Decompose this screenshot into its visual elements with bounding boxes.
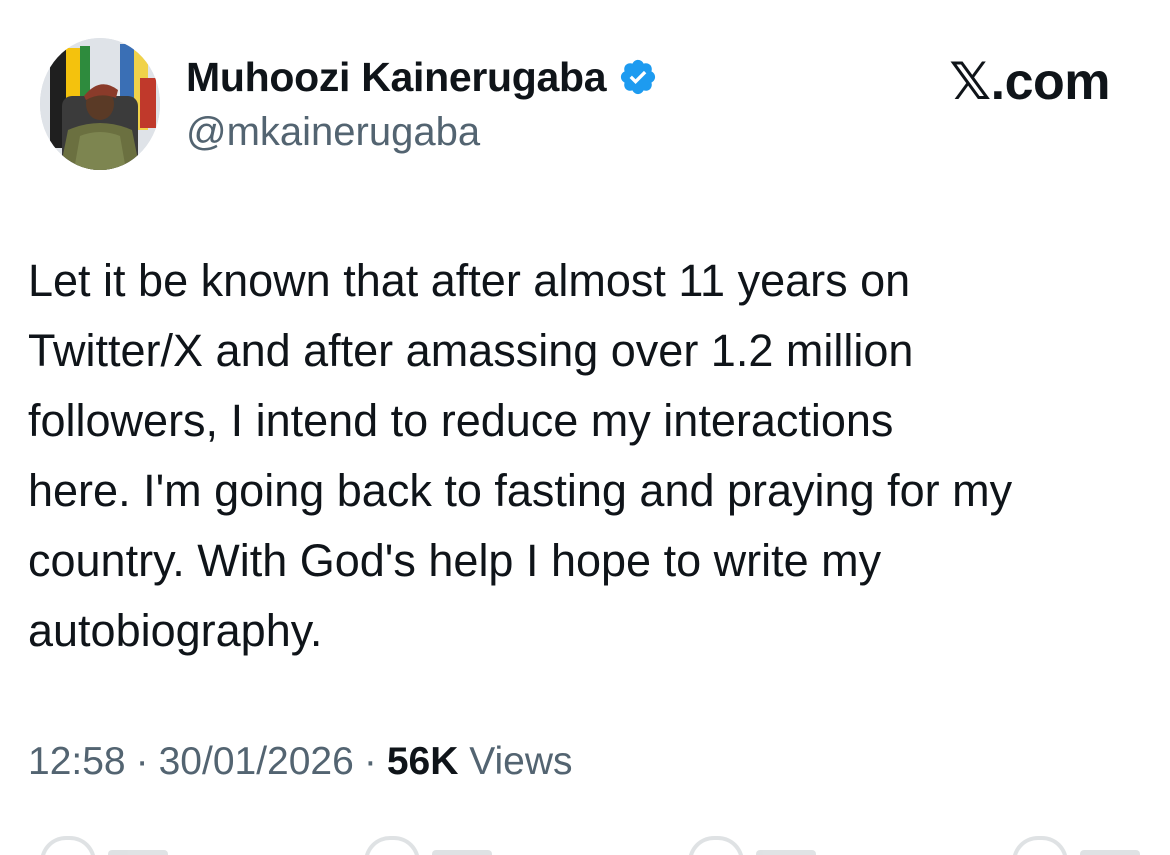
repost-button[interactable]: [364, 836, 492, 855]
brand-label: 𝕏.com: [949, 53, 1110, 111]
repost-count: [432, 850, 492, 855]
post-screenshot: Muhoozi Kainerugaba @mkainerugaba 𝕏.com …: [0, 0, 1170, 855]
bookmark-button[interactable]: [1012, 836, 1140, 855]
action-bar: [40, 836, 1140, 855]
bookmark-icon: [1012, 836, 1068, 855]
profile-photo-icon: [40, 38, 160, 170]
author-name[interactable]: Muhoozi Kainerugaba: [186, 54, 607, 101]
meta-separator: ·: [363, 740, 377, 783]
views-label: Views: [469, 740, 573, 783]
post-time[interactable]: 12:58: [28, 740, 126, 784]
post-meta: 12:58 · 30/01/2026 · 56K Views: [28, 740, 573, 784]
views-count[interactable]: 56K: [387, 740, 459, 783]
post-text: Let it be known that after almost 11 yea…: [28, 255, 1013, 656]
like-count: [756, 850, 816, 855]
like-button[interactable]: [688, 836, 816, 855]
bookmark-count: [1080, 850, 1140, 855]
post-date[interactable]: 30/01/2026: [159, 740, 354, 784]
meta-separator: ·: [135, 740, 149, 783]
avatar[interactable]: [40, 38, 160, 170]
reply-icon: [40, 836, 96, 855]
reply-count: [108, 850, 168, 855]
author-handle[interactable]: @mkainerugaba: [186, 110, 480, 155]
author-row[interactable]: Muhoozi Kainerugaba: [186, 52, 658, 102]
heart-icon: [688, 836, 744, 855]
reply-button[interactable]: [40, 836, 168, 855]
repost-icon: [364, 836, 420, 855]
verified-badge-icon: [621, 59, 656, 95]
